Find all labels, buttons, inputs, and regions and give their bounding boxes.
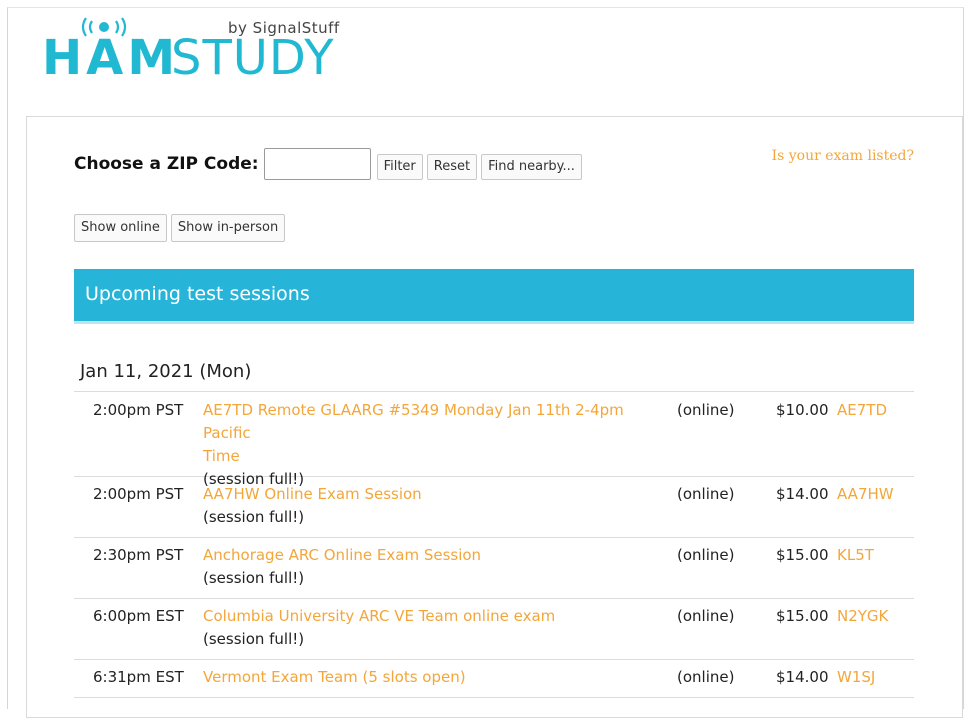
session-row: 2:30pm PST Anchorage ARC Online Exam Ses… [74, 538, 914, 599]
session-callsign-link[interactable]: AE7TD [837, 399, 887, 422]
reset-button[interactable]: Reset [426, 154, 478, 180]
session-type-toggles: Show online Show in-person [74, 214, 289, 242]
session-row: 2:00pm PST AE7TD Remote GLAARG #5349 Mon… [74, 392, 914, 488]
session-title-link[interactable]: Anchorage ARC Online Exam Session [203, 546, 481, 564]
session-callsign-link[interactable]: N2YGK [837, 605, 888, 628]
session-location: (online) [677, 668, 735, 686]
session-status: (session full!) [203, 569, 305, 587]
session-location: (online) [677, 401, 735, 419]
show-online-button[interactable]: Show online [74, 214, 167, 242]
session-time: 2:30pm PST [93, 546, 184, 564]
session-fee: $10.00 [776, 401, 829, 419]
session-fee: $14.00 [776, 668, 829, 686]
date-heading: Jan 11, 2021 (Mon) [80, 361, 252, 382]
session-location: (online) [677, 607, 735, 625]
upcoming-sessions-banner: Upcoming test sessions [74, 269, 914, 324]
session-title-block: Vermont Exam Team (5 slots open) [203, 666, 653, 689]
session-fee: $15.00 [776, 607, 829, 625]
banner-title: Upcoming test sessions [85, 283, 310, 305]
session-title-link[interactable]: AE7TD Remote GLAARG #5349 Monday Jan 11t… [203, 401, 624, 465]
session-time: 2:00pm PST [93, 401, 184, 419]
logo-ham-text: HAM [42, 30, 180, 86]
filter-button[interactable]: Filter [376, 154, 423, 180]
session-title-line2: Time [203, 447, 240, 465]
session-row: 6:00pm EST Columbia University ARC VE Te… [74, 599, 914, 660]
session-title-block: Anchorage ARC Online Exam Session (sessi… [203, 544, 653, 590]
session-status: (session full!) [203, 630, 305, 648]
session-title-block: AA7HW Online Exam Session (session full!… [203, 483, 653, 529]
show-in-person-button[interactable]: Show in-person [170, 214, 286, 242]
session-row: 6:31pm EST Vermont Exam Team (5 slots op… [74, 660, 914, 698]
find-nearby-button[interactable]: Find nearby... [481, 154, 582, 180]
session-time: 2:00pm PST [93, 485, 184, 503]
zip-label: Choose a ZIP Code: [74, 154, 259, 174]
session-title-link[interactable]: AA7HW Online Exam Session [203, 485, 422, 503]
logo-byline: by SignalStuff [228, 19, 340, 37]
session-callsign-link[interactable]: AA7HW [837, 483, 894, 506]
logo-study-text: STUDY [171, 30, 335, 86]
session-row: 2:00pm PST AA7HW Online Exam Session (se… [74, 477, 914, 538]
session-time: 6:31pm EST [93, 668, 184, 686]
session-title-link[interactable]: Columbia University ARC VE Team online e… [203, 607, 555, 625]
session-title-line1: AE7TD Remote GLAARG #5349 Monday Jan 11t… [203, 401, 624, 442]
exam-listed-link[interactable]: Is your exam listed? [772, 148, 914, 164]
session-title-block: Columbia University ARC VE Team online e… [203, 605, 653, 651]
sessions-table: 2:00pm PST AE7TD Remote GLAARG #5349 Mon… [74, 391, 914, 698]
session-location: (online) [677, 546, 735, 564]
session-callsign-link[interactable]: W1SJ [837, 666, 875, 689]
session-callsign-link[interactable]: KL5T [837, 544, 874, 567]
session-title-link[interactable]: Vermont Exam Team (5 slots open) [203, 668, 466, 686]
zip-input[interactable] [263, 148, 371, 180]
session-status: (session full!) [203, 508, 305, 526]
session-time: 6:00pm EST [93, 607, 184, 625]
session-location: (online) [677, 485, 735, 503]
session-fee: $15.00 [776, 546, 829, 564]
session-fee: $14.00 [776, 485, 829, 503]
hamstudy-logo[interactable]: HAM STUDY by SignalStuff [38, 14, 368, 94]
zip-filter-row: Choose a ZIP Code: Filter Reset Find nea… [74, 146, 586, 182]
